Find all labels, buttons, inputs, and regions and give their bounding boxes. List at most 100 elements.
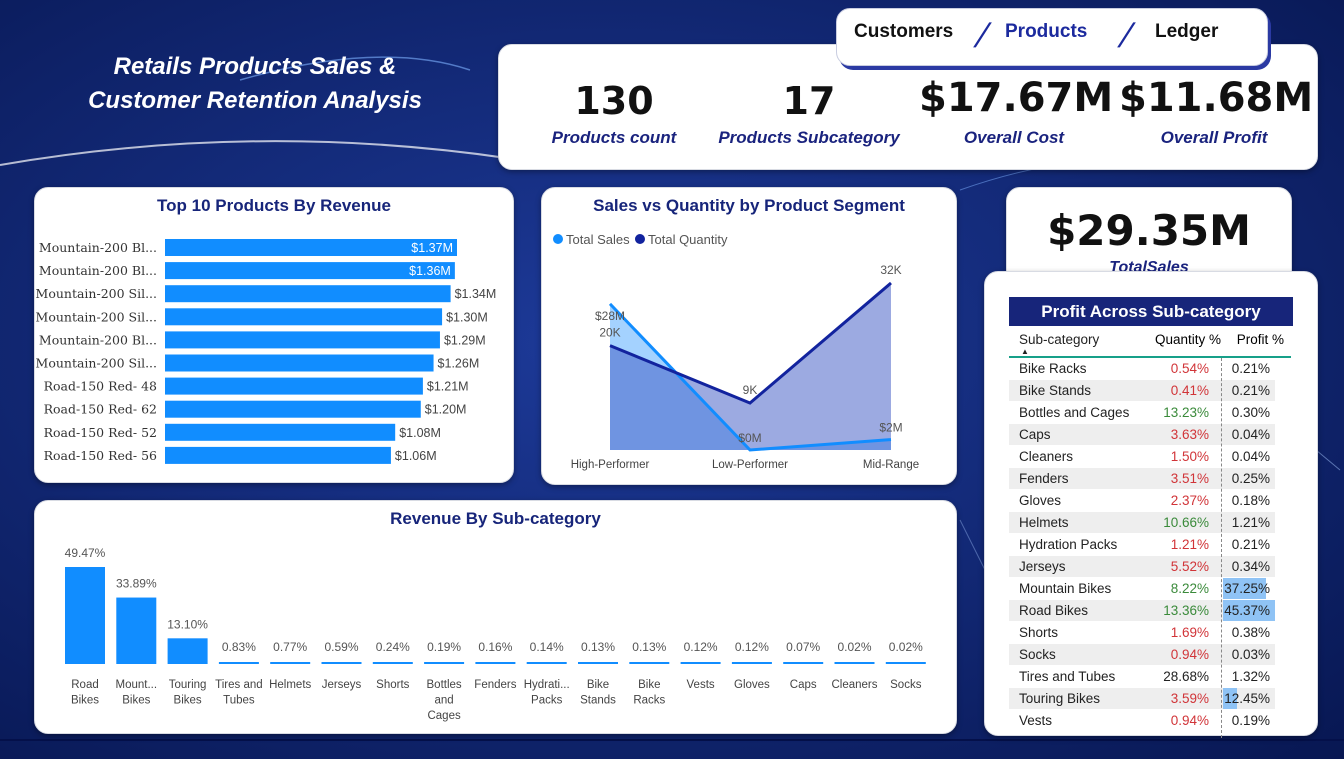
product-bar[interactable] xyxy=(165,423,396,441)
revenue-bar[interactable] xyxy=(526,662,567,664)
table-row[interactable]: Road Bikes 13.36% 45.37% xyxy=(1009,600,1275,621)
table-row[interactable]: Gloves 2.37% 0.18% xyxy=(1009,490,1275,511)
subcategory-axis-label: Vests xyxy=(687,679,715,691)
table-row[interactable]: Fenders 3.51% 0.25% xyxy=(1009,468,1275,489)
revenue-bar[interactable] xyxy=(475,662,516,664)
subcategory-axis-label: Tires and Tubes xyxy=(215,679,263,707)
product-bar[interactable] xyxy=(165,331,440,349)
product-value-label: $1.06M xyxy=(395,449,437,463)
product-bar[interactable] xyxy=(165,285,451,303)
revenue-bar[interactable] xyxy=(167,638,208,664)
revenue-bar[interactable] xyxy=(578,662,618,664)
product-label: Mountain-200 Bl... xyxy=(39,263,157,278)
table-row[interactable]: Caps 3.63% 0.04% xyxy=(1009,424,1275,445)
column-header-quantity[interactable]: Quantity % xyxy=(1155,332,1221,347)
table-row[interactable]: Bike Stands 0.41% 0.21% xyxy=(1009,380,1275,401)
profit-cell: 37.25% xyxy=(1224,581,1270,596)
product-bar[interactable] xyxy=(165,377,423,395)
kpi-overall-profit-value: $11.68M xyxy=(1119,75,1314,121)
table-row[interactable]: Shorts 1.69% 0.38% xyxy=(1009,622,1275,643)
quantity-cell: 3.51% xyxy=(1170,471,1209,486)
nav-ledger[interactable]: Ledger xyxy=(1155,21,1218,43)
quantity-cell: 5.52% xyxy=(1170,559,1209,574)
table-row[interactable]: Hydration Packs 1.21% 0.21% xyxy=(1009,534,1275,555)
profit-cell: 1.32% xyxy=(1231,669,1270,684)
revenue-bar[interactable] xyxy=(116,597,157,664)
revenue-bar[interactable] xyxy=(218,662,259,664)
quantity-cell: 13.23% xyxy=(1163,405,1209,420)
product-bar[interactable] xyxy=(165,400,421,418)
product-label: Road-150 Red- 62 xyxy=(44,402,157,417)
product-bar[interactable] xyxy=(165,446,391,464)
revenue-bar[interactable] xyxy=(270,662,311,664)
subcategory-cell: Fenders xyxy=(1019,471,1069,486)
revenue-bar[interactable] xyxy=(885,662,926,664)
sales-quantity-chart: Total Sales Total Quantity $28M $0M $2M 20K 9K… xyxy=(553,232,919,471)
subcategory-axis-label: Bike Racks xyxy=(633,679,665,707)
revenue-bar[interactable] xyxy=(731,662,772,664)
subcategory-axis-label: Helmets xyxy=(269,679,311,691)
revenue-bar[interactable] xyxy=(629,662,670,664)
revenue-value-label: 0.13% xyxy=(632,640,666,654)
revenue-bar[interactable] xyxy=(424,662,465,664)
subcategory-axis-label: Caps xyxy=(790,679,817,691)
product-label: Road-150 Red- 52 xyxy=(44,425,157,440)
table-row[interactable]: Jerseys 5.52% 0.34% xyxy=(1009,556,1275,577)
table-row[interactable]: Bike Racks 0.54% 0.21% xyxy=(1009,358,1275,379)
profit-cell: 0.21% xyxy=(1231,537,1270,552)
quantity-data-label: 32K xyxy=(880,263,901,277)
table-row[interactable]: Tires and Tubes 28.68% 1.32% xyxy=(1009,666,1275,687)
nav-customers[interactable]: Customers xyxy=(854,21,953,43)
nav-products[interactable]: Products xyxy=(1005,21,1087,43)
revenue-value-label: 0.14% xyxy=(530,640,564,654)
subcategory-cell: Tires and Tubes xyxy=(1019,669,1116,684)
revenue-bar[interactable] xyxy=(783,662,824,664)
legend-label[interactable]: Total Sales xyxy=(566,232,630,247)
legend-label[interactable]: Total Quantity xyxy=(648,232,728,247)
revenue-bar[interactable] xyxy=(65,567,105,664)
subcategory-cell: Cleaners xyxy=(1019,449,1074,464)
profit-cell: 0.38% xyxy=(1231,625,1270,640)
table-row[interactable]: Cleaners 1.50% 0.04% xyxy=(1009,446,1275,467)
sales-data-label: $28M xyxy=(595,309,625,323)
subcategory-cell: Bike Racks xyxy=(1019,361,1087,376)
revenue-value-label: 0.02% xyxy=(837,640,871,654)
quantity-area xyxy=(610,283,891,450)
quantity-cell: 8.22% xyxy=(1170,581,1209,596)
table-row[interactable]: Touring Bikes 3.59% 12.45% xyxy=(1009,688,1275,709)
product-value-label: $1.30M xyxy=(446,310,488,324)
legend-marker xyxy=(553,234,563,244)
quantity-cell: 3.63% xyxy=(1170,427,1209,442)
profit-cell: 0.04% xyxy=(1231,427,1270,442)
revenue-bar[interactable] xyxy=(680,662,721,664)
page-navigation: Customers / Products / Ledger xyxy=(836,8,1268,66)
column-header-profit[interactable]: Profit % xyxy=(1237,332,1284,347)
subcategory-axis-label: Cleaners xyxy=(831,679,877,691)
product-bar[interactable] xyxy=(165,308,443,326)
segment-axis-label: High-Performer xyxy=(571,459,650,471)
nav-separator: / xyxy=(1117,17,1134,55)
table-row[interactable]: Vests 0.94% 0.19% xyxy=(1009,710,1275,731)
revenue-bar[interactable] xyxy=(834,662,875,664)
product-label: Mountain-200 Bl... xyxy=(39,240,157,255)
subcategory-axis-label: Hydrati... Packs xyxy=(524,679,570,707)
segment-axis-label: Low-Performer xyxy=(712,459,788,471)
subcategory-axis-label: Mount... Bikes xyxy=(116,679,158,707)
revenue-bar[interactable] xyxy=(372,662,413,664)
subcategory-axis-label: Bike Stands xyxy=(580,679,616,707)
profit-cell: 0.34% xyxy=(1231,559,1270,574)
column-header-subcategory[interactable]: Sub-category xyxy=(1019,332,1099,347)
revenue-value-label: 0.59% xyxy=(324,640,358,654)
table-row[interactable]: Socks 0.94% 0.03% xyxy=(1009,644,1275,665)
profit-cell: 1.21% xyxy=(1231,515,1270,530)
quantity-cell: 13.36% xyxy=(1163,603,1209,618)
quantity-data-label: 20K xyxy=(599,326,620,340)
product-bar[interactable] xyxy=(165,354,434,372)
title-line-2: Customer Retention Analysis xyxy=(88,87,422,114)
table-row[interactable]: Mountain Bikes 8.22% 37.25% xyxy=(1009,578,1275,599)
table-row[interactable]: Helmets 10.66% 1.21% xyxy=(1009,512,1275,533)
quantity-cell: 0.54% xyxy=(1170,361,1209,376)
revenue-bar[interactable] xyxy=(321,662,362,664)
product-label: Road-150 Red- 56 xyxy=(44,448,157,463)
table-row[interactable]: Bottles and Cages 13.23% 0.30% xyxy=(1009,402,1275,423)
